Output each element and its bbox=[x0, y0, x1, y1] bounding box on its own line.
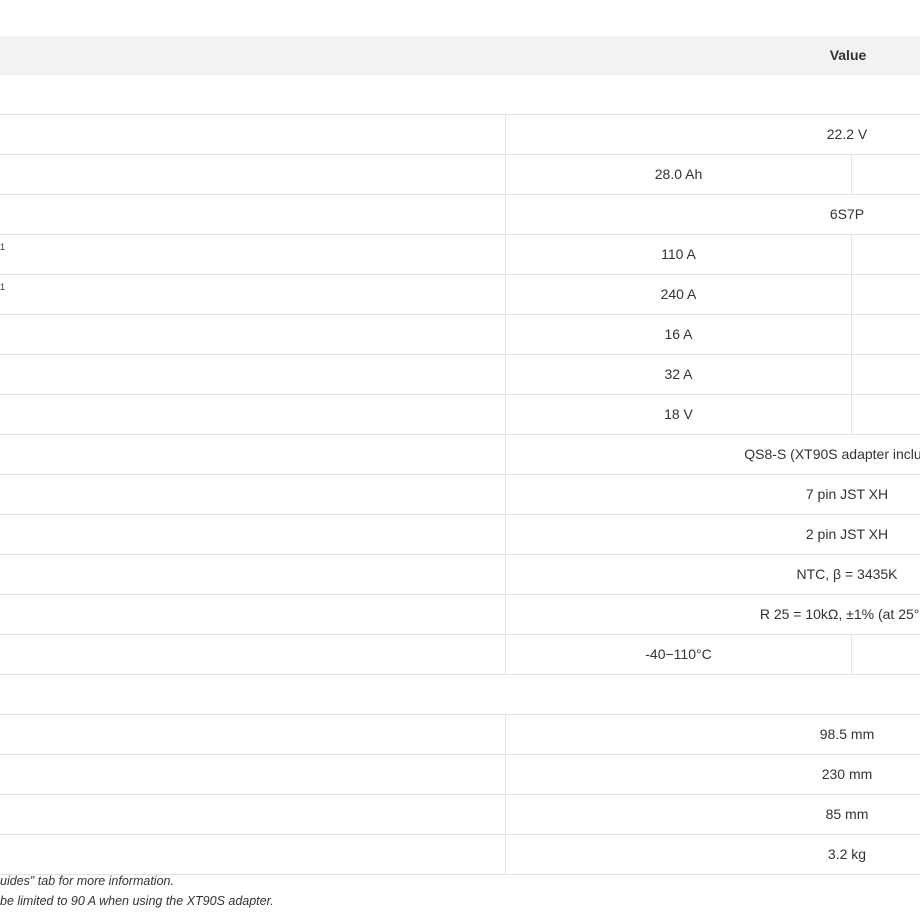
value-cell: 240 A bbox=[660, 286, 697, 302]
table-row: 16 A bbox=[0, 315, 920, 355]
value-cell: 6S7P bbox=[829, 206, 865, 222]
table-header-row: Value bbox=[0, 36, 920, 75]
footnote-1: uides" tab for more information. bbox=[0, 874, 174, 888]
table-body: 22.2 V 28.0 Ah 6S7P 1 110 A 1 240 A 16 A 32 A 18 … bbox=[0, 75, 920, 875]
value-cell: 16 A bbox=[664, 326, 693, 342]
value-cell: QS8-S (XT90S adapter included) bbox=[744, 446, 920, 462]
table-row: 6S7P bbox=[0, 195, 920, 235]
label-footnote-marker: 1 bbox=[0, 282, 6, 292]
value-cell: 3.2 kg bbox=[827, 846, 867, 862]
value-cell: NTC, β = 3435K bbox=[796, 566, 898, 582]
value-cell: R 25 = 10kΩ, ±1% (at 25°C) bbox=[759, 606, 920, 622]
spec-page: Value 22.2 V 28.0 Ah 6S7P 1 110 A 1 240 A 16 A 3… bbox=[0, 0, 920, 920]
footnote-2: be limited to 90 A when using the XT90S … bbox=[0, 894, 274, 908]
value-cell: 7 pin JST XH bbox=[805, 486, 889, 502]
column-divider bbox=[851, 275, 852, 314]
value-cell: 28.0 Ah bbox=[654, 166, 703, 182]
table-row: R 25 = 10kΩ, ±1% (at 25°C) bbox=[0, 595, 920, 635]
value-cell: 32 A bbox=[664, 366, 693, 382]
spec-table: Value 22.2 V 28.0 Ah 6S7P 1 110 A 1 240 A 16 A 3… bbox=[0, 36, 920, 875]
column-divider bbox=[851, 315, 852, 354]
value-column-header: Value bbox=[829, 47, 867, 63]
footnotes: uides" tab for more information. be limi… bbox=[0, 871, 920, 911]
value-cell: 110 A bbox=[661, 246, 696, 262]
column-divider bbox=[851, 395, 852, 434]
table-row: 32 A bbox=[0, 355, 920, 395]
value-cell: 98.5 mm bbox=[819, 726, 875, 742]
column-divider bbox=[851, 235, 852, 274]
section-row bbox=[0, 675, 920, 715]
value-cell: 18 V bbox=[664, 406, 693, 422]
table-row: -40−110°C bbox=[0, 635, 920, 675]
table-row: 22.2 V bbox=[0, 115, 920, 155]
table-row: 2 pin JST XH bbox=[0, 515, 920, 555]
column-divider bbox=[851, 355, 852, 394]
value-cell: 230 mm bbox=[821, 766, 873, 782]
value-cell: -40−110°C bbox=[645, 646, 712, 662]
table-row: 1 240 A bbox=[0, 275, 920, 315]
table-row: 18 V bbox=[0, 395, 920, 435]
table-row: 98.5 mm bbox=[0, 715, 920, 755]
value-cell: 22.2 V bbox=[826, 126, 868, 142]
table-row: 3.2 kg bbox=[0, 835, 920, 875]
column-divider bbox=[851, 155, 852, 194]
table-row: QS8-S (XT90S adapter included) bbox=[0, 435, 920, 475]
value-cell: 2 pin JST XH bbox=[805, 526, 889, 542]
section-row bbox=[0, 75, 920, 115]
label-footnote-marker: 1 bbox=[0, 242, 6, 252]
table-row: 7 pin JST XH bbox=[0, 475, 920, 515]
table-row: NTC, β = 3435K bbox=[0, 555, 920, 595]
value-cell: 85 mm bbox=[825, 806, 869, 822]
table-row: 85 mm bbox=[0, 795, 920, 835]
table-row: 28.0 Ah bbox=[0, 155, 920, 195]
table-row: 230 mm bbox=[0, 755, 920, 795]
column-divider bbox=[851, 635, 852, 674]
table-row: 1 110 A bbox=[0, 235, 920, 275]
